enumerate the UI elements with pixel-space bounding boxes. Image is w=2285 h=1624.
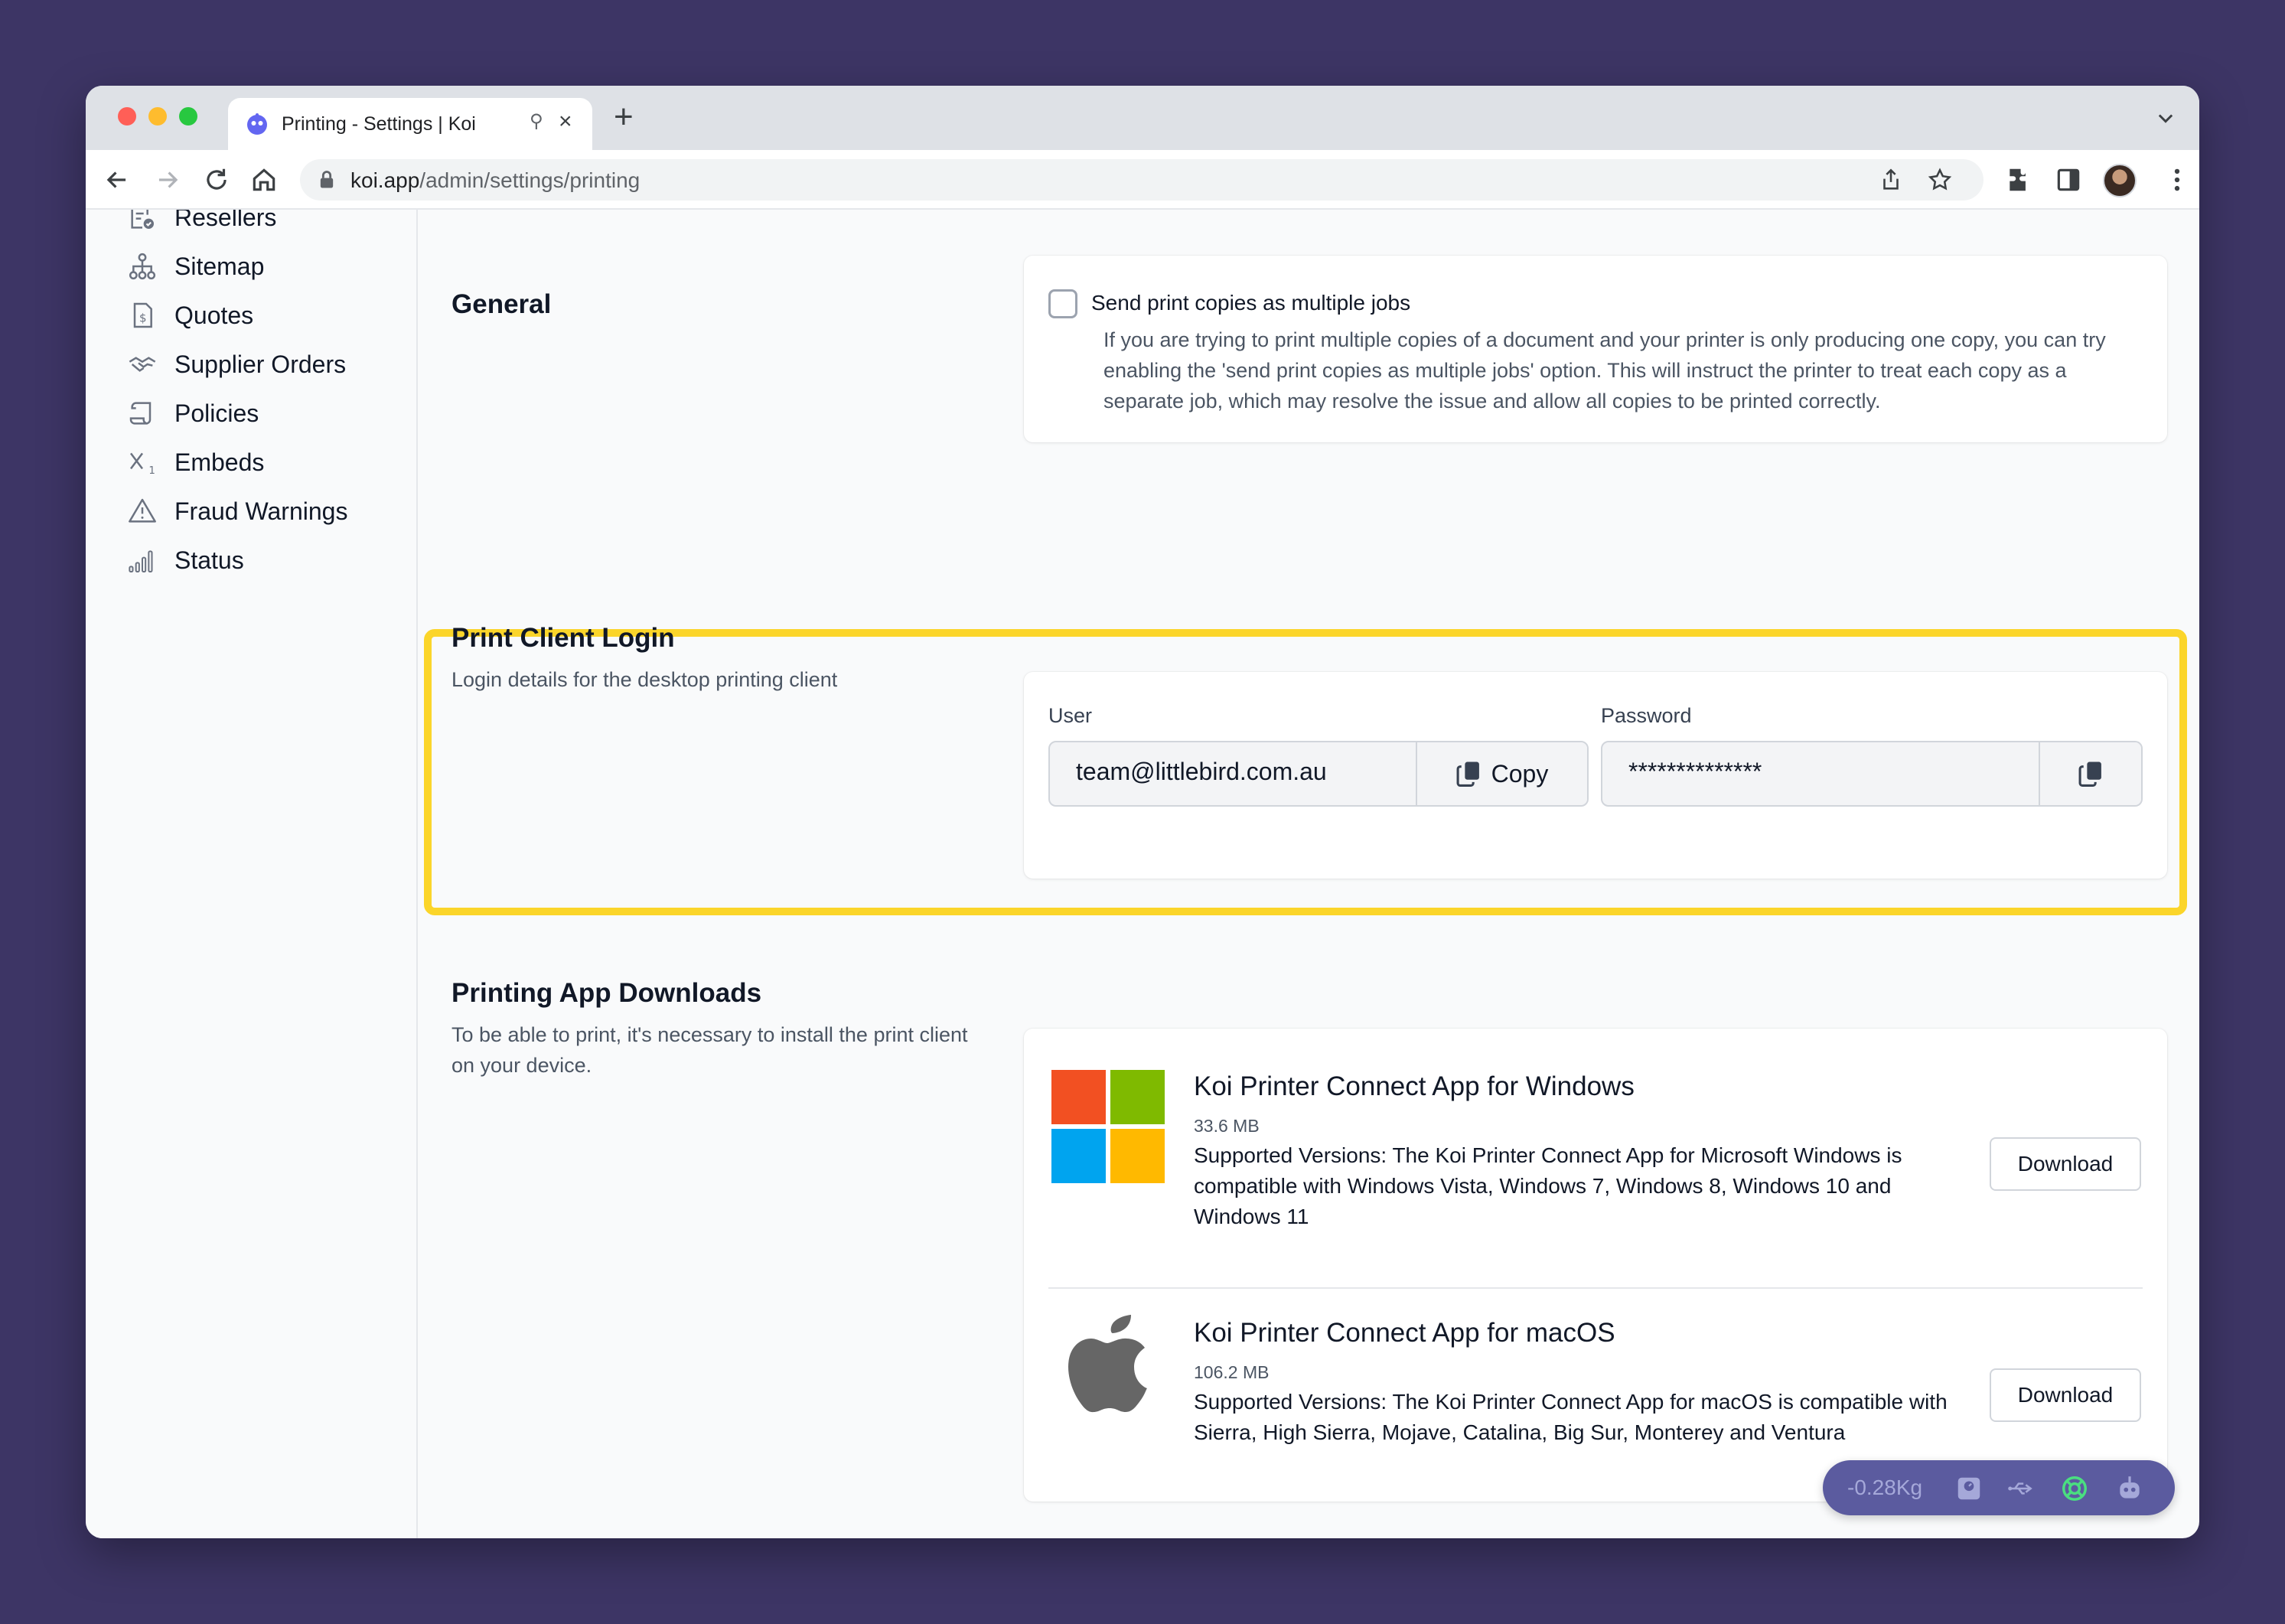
svg-text:1: 1 (148, 465, 155, 477)
tab-close-icon[interactable]: × (559, 109, 572, 135)
sidebar-item-status[interactable]: Status (127, 542, 244, 579)
app-size: 106.2 MB (1194, 1362, 1270, 1382)
usb-icon[interactable] (2006, 1474, 2036, 1503)
tab-active[interactable]: Printing - Settings | Koi ⚲ × (228, 98, 592, 150)
apple-logo-icon (1068, 1315, 1147, 1413)
tab-strip: Printing - Settings | Koi ⚲ × + (86, 86, 2199, 150)
multiple-jobs-help-text: If you are trying to print multiple copi… (1103, 328, 2106, 413)
sidebar-item-sitemap[interactable]: Sitemap (127, 248, 264, 285)
user-label: User (1048, 704, 1093, 727)
reload-icon[interactable] (202, 165, 231, 194)
tab-search-chevron-icon[interactable] (2155, 107, 2176, 129)
print-client-login-description: Login details for the desktop printing c… (451, 668, 838, 691)
sidebar-item-embeds[interactable]: 1 Embeds (127, 444, 264, 481)
sidebar-item-policies[interactable]: Policies (127, 395, 259, 432)
multiple-jobs-checkbox[interactable] (1048, 289, 1077, 318)
sidebar-item-quotes[interactable]: $ Quotes (127, 297, 253, 334)
more-menu-icon[interactable] (2163, 165, 2192, 194)
lock-icon[interactable] (317, 169, 337, 191)
general-card: Send print copies as multiple jobs If yo… (1024, 256, 2167, 442)
extensions-icon[interactable] (2005, 165, 2034, 194)
handshake-icon (129, 357, 156, 372)
close-window-button[interactable] (118, 107, 136, 126)
svg-text:$: $ (139, 311, 147, 324)
divider (1048, 1287, 2143, 1289)
address-bar[interactable]: koi.app/admin/settings/printing (300, 159, 1983, 201)
windows-logo-icon (1051, 1070, 1165, 1183)
download-macos-button[interactable]: Download (1990, 1368, 2141, 1422)
sidebar: Resellers Sitemap $ Quotes Supplier Orde… (86, 210, 418, 1538)
scale-icon[interactable] (1954, 1474, 1983, 1503)
maximize-window-button[interactable] (179, 107, 197, 126)
scroll-icon (129, 402, 152, 425)
app-title: Koi Printer Connect App for Windows (1194, 1071, 1635, 1101)
new-tab-icon[interactable]: + (614, 98, 634, 136)
user-value[interactable]: team@littlebird.com.au (1076, 758, 1327, 786)
robot-icon[interactable] (2115, 1474, 2144, 1503)
copy-button-label: Copy (1491, 759, 1549, 788)
side-panel-icon[interactable] (2054, 165, 2083, 194)
password-field: ************** (1601, 741, 2143, 807)
app-title: Koi Printer Connect App for macOS (1194, 1318, 1615, 1348)
media-icon[interactable]: ⚲ (530, 110, 543, 132)
print-client-login-card: User team@littlebird.com.au Copy Passwor… (1024, 672, 2167, 879)
sitemap-icon (129, 253, 156, 280)
forward-icon[interactable] (153, 165, 182, 194)
toolbar: koi.app/admin/settings/printing (86, 150, 2199, 210)
download-windows-button[interactable]: Download (1990, 1137, 2141, 1191)
home-icon[interactable] (249, 165, 279, 194)
downloads-card: Koi Printer Connect App for Windows 33.6… (1024, 1029, 2167, 1502)
password-value[interactable]: ************** (1628, 758, 1762, 786)
sidebar-item-resellers[interactable]: Resellers (127, 210, 276, 236)
subscript-icon: 1 (130, 452, 155, 477)
browser-window: Printing - Settings | Koi ⚲ × + koi.app/… (86, 86, 2199, 1538)
page-content: Resellers Sitemap $ Quotes Supplier Orde… (86, 210, 2199, 1538)
tab-title: Printing - Settings | Koi (282, 113, 476, 135)
sidebar-item-fraud-warnings[interactable]: Fraud Warnings (127, 493, 347, 530)
app-size: 33.6 MB (1194, 1116, 1260, 1136)
copy-user-button[interactable]: Copy (1416, 742, 1587, 805)
quote-icon: $ (133, 302, 152, 328)
downloads-description: To be able to print, it's necessary to i… (451, 1023, 968, 1077)
print-client-login-title: Print Client Login (451, 623, 675, 653)
url-text: koi.app/admin/settings/printing (350, 168, 641, 192)
user-field: team@littlebird.com.au Copy (1048, 741, 1589, 807)
profile-avatar[interactable] (2103, 164, 2137, 197)
app-description: Supported Versions: The Koi Printer Conn… (1194, 1390, 1948, 1444)
copy-password-button[interactable] (2039, 742, 2141, 805)
password-label: Password (1601, 704, 1692, 727)
general-section-title: General (451, 289, 552, 319)
back-icon[interactable] (103, 165, 132, 194)
share-icon[interactable] (1878, 167, 1904, 193)
warning-icon (129, 498, 156, 523)
status-toolbar: -0.28Kg (1823, 1460, 2175, 1515)
sidebar-item-supplier-orders[interactable]: Supplier Orders (127, 346, 346, 383)
resellers-icon (131, 210, 154, 229)
clipboard-copy-icon (2078, 761, 2101, 787)
signal-icon (129, 550, 153, 572)
clipboard-copy-icon (1456, 761, 1479, 787)
weight-readout: -0.28Kg (1847, 1476, 1923, 1499)
bookmark-star-icon[interactable] (1927, 167, 1953, 193)
multiple-jobs-label[interactable]: Send print copies as multiple jobs (1091, 291, 1410, 315)
app-description: Supported Versions: The Koi Printer Conn… (1194, 1143, 1902, 1228)
minimize-window-button[interactable] (148, 107, 167, 126)
koi-favicon-icon (247, 113, 267, 135)
lifebuoy-icon[interactable] (2060, 1474, 2089, 1503)
downloads-section-title: Printing App Downloads (451, 978, 762, 1008)
